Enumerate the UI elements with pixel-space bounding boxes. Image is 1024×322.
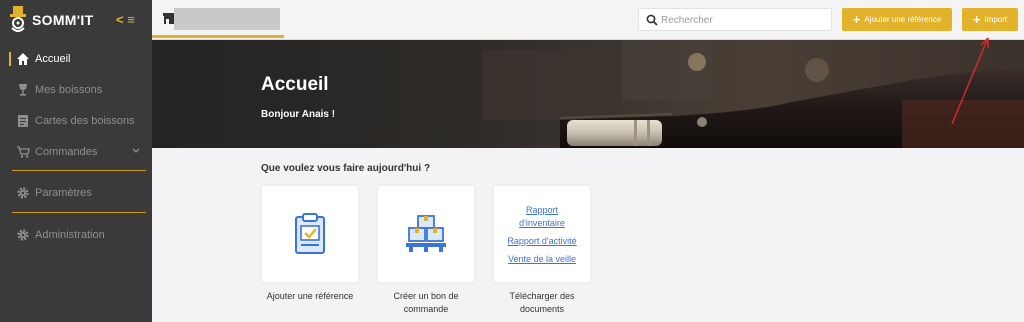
yesterday-sales-link[interactable]: Vente de la veille — [494, 253, 590, 266]
sidebar-item-label: Commandes — [35, 146, 98, 158]
menu-card-icon — [18, 115, 28, 127]
add-reference-label: Ajouter une référence — [864, 15, 942, 24]
add-reference-caption: Ajouter une référence — [266, 291, 354, 301]
page-title: Accueil — [261, 74, 329, 95]
chevron-down-icon — [132, 148, 140, 153]
collapse-sidebar-button[interactable]: < ≡ — [116, 12, 135, 27]
sidebar-item-mes-boissons[interactable]: Mes boissons — [0, 77, 152, 103]
top-bar: + Ajouter une référence + Import — [152, 0, 1024, 40]
sidebar-item-label: Accueil — [35, 53, 71, 65]
sidebar-item-administration[interactable]: Administration — [0, 222, 152, 248]
search-input[interactable] — [661, 11, 827, 29]
active-tab-indicator — [152, 35, 284, 38]
sidebar-item-cartes[interactable]: Cartes des boissons — [0, 108, 152, 134]
import-button[interactable]: + Import — [962, 8, 1018, 31]
clipboard-check-icon — [295, 213, 325, 254]
create-order-card[interactable] — [378, 186, 474, 282]
add-reference-card[interactable] — [262, 186, 358, 282]
add-reference-button[interactable]: + Ajouter une référence — [842, 8, 952, 31]
download-documents-caption: Télécharger des documents — [509, 291, 575, 314]
greeting-text: Bonjour Anais ! — [261, 109, 336, 120]
sidebar-item-label: Cartes des boissons — [35, 115, 135, 127]
inventory-report-link[interactable]: Rapport d'inventaire — [494, 204, 590, 230]
gear-icon — [17, 229, 29, 241]
sidebar: SOMM'IT < ≡ Accueil Mes boissons Cartes … — [0, 0, 152, 322]
activity-report-link[interactable]: Rapport d'activité — [494, 235, 590, 248]
sidebar-item-label: Paramètres — [35, 187, 92, 199]
store-selector[interactable] — [152, 0, 284, 38]
boxes-pallet-icon — [406, 215, 446, 252]
sidebar-item-parametres[interactable]: Paramètres — [0, 180, 152, 206]
sidebar-divider — [12, 170, 146, 171]
store-name — [174, 8, 280, 30]
home-icon — [17, 53, 29, 65]
hero-banner: Accueil Bonjour Anais ! — [152, 40, 1024, 148]
wine-glass-icon — [19, 84, 27, 96]
brand-name: SOMM'IT — [32, 12, 94, 28]
sommelier-logo-icon — [10, 6, 26, 32]
sidebar-item-accueil[interactable]: Accueil — [0, 46, 152, 72]
import-label: Import — [984, 15, 1008, 24]
create-order-caption: Créer un bon de commande — [393, 291, 459, 314]
search-icon — [646, 14, 658, 26]
sidebar-item-label: Administration — [35, 229, 105, 241]
plus-icon: + — [972, 12, 981, 27]
section-question: Que voulez vous faire aujourd'hui ? — [261, 163, 431, 174]
sidebar-item-label: Mes boissons — [35, 84, 103, 96]
sidebar-item-commandes[interactable]: Commandes — [0, 139, 152, 165]
search-box[interactable] — [638, 8, 832, 31]
sidebar-divider — [12, 212, 146, 213]
gear-icon — [17, 187, 29, 199]
plus-icon: + — [852, 12, 861, 27]
brand: SOMM'IT < ≡ — [0, 0, 152, 40]
download-documents-card: Rapport d'inventaire Rapport d'activité … — [494, 186, 590, 282]
cart-icon — [17, 146, 30, 158]
